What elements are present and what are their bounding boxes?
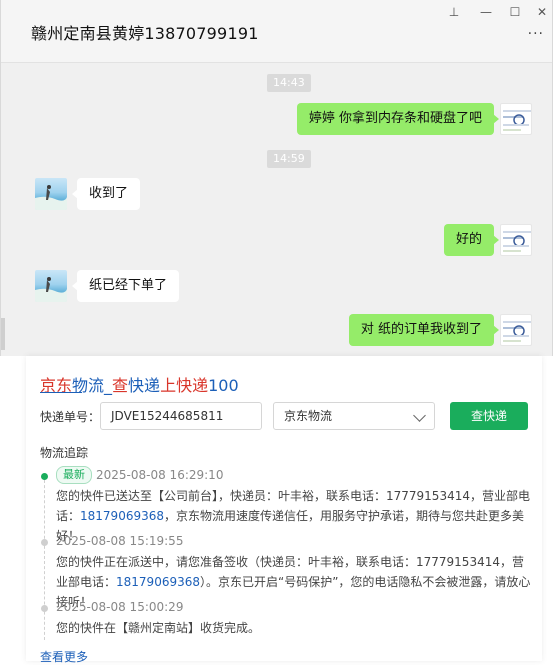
contact-avatar[interactable]	[35, 178, 67, 210]
timeline-dot-latest	[41, 473, 48, 480]
chat-title-bar: 赣州定南县黄婷13870799191 ⊥ — ☐ ✕ ···	[1, 0, 552, 63]
timestamp: 14:43	[267, 74, 311, 92]
close-button[interactable]: ✕	[533, 4, 551, 20]
tracking-number-input[interactable]: JDVE15244685811	[100, 402, 262, 430]
maximize-button[interactable]: ☐	[506, 4, 524, 20]
chat-title: 赣州定南县黄婷13870799191	[31, 24, 259, 43]
timestamp: 14:59	[267, 150, 311, 168]
beach-photo-icon	[35, 185, 67, 210]
message-bubble-sent[interactable]: 婷婷 你拿到内存条和硬盘了吧	[296, 103, 500, 135]
message-bubble-sent[interactable]: 好的	[443, 224, 500, 256]
express-tracking-panel: 京东物流_查快递上快递100 快递单号： JDVE15244685811 京东物…	[26, 356, 542, 664]
event-time: 2025-08-08 15:00:29	[56, 600, 184, 614]
latest-badge: 最新	[56, 466, 92, 484]
trace-section-title: 物流追踪	[40, 446, 89, 460]
scrollbar[interactable]	[1, 318, 5, 350]
chat-window: 赣州定南县黄婷13870799191 ⊥ — ☐ ✕ ··· 14:43 婷婷 …	[0, 0, 553, 356]
my-avatar[interactable]	[500, 314, 532, 346]
brand-underline	[40, 392, 82, 393]
avatar-image-icon	[503, 110, 531, 131]
show-more-link[interactable]: 查看更多	[40, 648, 88, 665]
query-express-button[interactable]: 查快递	[450, 402, 528, 430]
timeline-dot	[41, 539, 48, 546]
timeline-line	[44, 480, 46, 640]
event-time: 2025-08-08 16:29:10	[96, 468, 224, 482]
my-avatar[interactable]	[500, 224, 532, 256]
timeline-dot	[41, 605, 48, 612]
chevron-down-icon	[413, 409, 426, 422]
minimize-button[interactable]: —	[477, 4, 495, 20]
more-options-icon[interactable]: ···	[528, 26, 544, 42]
event-time: 2025-08-08 15:19:55	[56, 534, 184, 548]
avatar-image-icon	[503, 321, 531, 342]
tracking-number-label: 快递单号：	[40, 410, 101, 424]
message-bubble-received[interactable]: 纸已经下单了	[71, 270, 180, 302]
phone-link[interactable]: 18179069368	[116, 575, 200, 589]
carrier-select-value: 京东物流	[284, 409, 333, 423]
message-bubble-sent[interactable]: 对 纸的订单我收到了	[348, 314, 500, 346]
phone-link[interactable]: 18179069368	[80, 509, 164, 523]
contact-avatar[interactable]	[35, 270, 67, 302]
my-avatar[interactable]	[500, 103, 532, 135]
pin-icon[interactable]: ⊥	[445, 4, 463, 20]
carrier-select[interactable]: 京东物流	[273, 402, 435, 430]
event-description: 您的快件在【赣州定南站】收货完成。	[56, 621, 261, 635]
avatar-image-icon	[503, 231, 531, 252]
beach-photo-icon	[35, 277, 67, 302]
message-bubble-received[interactable]: 收到了	[71, 178, 141, 210]
